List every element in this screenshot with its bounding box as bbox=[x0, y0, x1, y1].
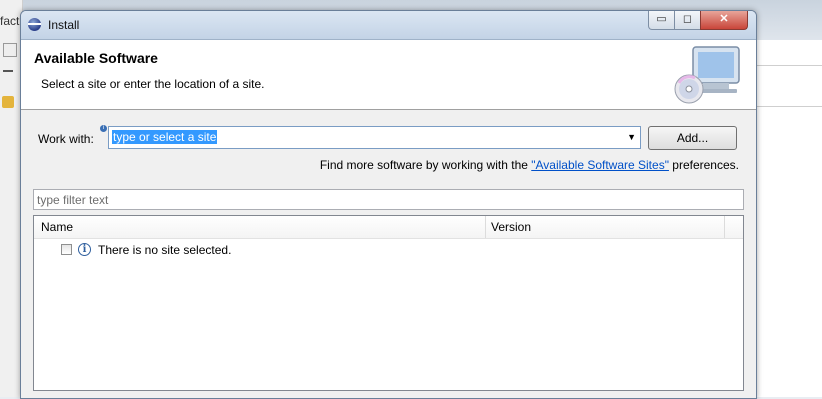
row-checkbox[interactable] bbox=[61, 244, 72, 255]
column-separator[interactable] bbox=[485, 216, 486, 238]
table-header: Name Version bbox=[34, 216, 743, 239]
find-more-suffix: preferences. bbox=[668, 158, 739, 172]
wizard-body: Work with: i type or select a site ▼ Add… bbox=[21, 110, 756, 398]
title-bar[interactable]: Install ▭ ◻ ✕ bbox=[21, 11, 756, 40]
available-software-sites-link[interactable]: "Available Software Sites" bbox=[531, 158, 669, 172]
info-decoration-icon: i bbox=[100, 125, 107, 132]
window-title: Install bbox=[48, 18, 80, 32]
background-folder-icon bbox=[2, 96, 14, 108]
background-save-icon bbox=[3, 43, 17, 57]
install-software-icon bbox=[674, 46, 740, 104]
info-icon: i bbox=[78, 243, 91, 256]
work-with-input[interactable]: type or select a site bbox=[112, 130, 218, 144]
wizard-header: Available Software Select a site or ente… bbox=[21, 40, 756, 110]
find-more-text: Find more software by working with the "… bbox=[320, 158, 739, 172]
table-row[interactable]: i There is no site selected. bbox=[34, 240, 743, 260]
dropdown-arrow-icon[interactable]: ▼ bbox=[627, 132, 636, 142]
add-button[interactable]: Add... bbox=[648, 126, 737, 150]
filter-input[interactable]: type filter text bbox=[33, 189, 744, 210]
background-divider bbox=[756, 106, 822, 107]
minimize-button[interactable]: ▭ bbox=[648, 11, 675, 30]
find-more-prefix: Find more software by working with the bbox=[319, 158, 532, 172]
background-divider bbox=[756, 65, 822, 66]
eclipse-icon bbox=[28, 18, 41, 31]
column-header-name[interactable]: Name bbox=[41, 220, 73, 234]
background-right-panel bbox=[756, 40, 822, 397]
work-with-label: Work with: bbox=[38, 132, 94, 146]
column-header-version[interactable]: Version bbox=[491, 220, 531, 234]
close-button[interactable]: ✕ bbox=[700, 11, 748, 30]
background-left-text: fact bbox=[0, 14, 20, 28]
software-table[interactable]: Name Version i There is no site selected… bbox=[33, 215, 744, 391]
filter-placeholder: type filter text bbox=[37, 193, 109, 207]
maximize-button[interactable]: ◻ bbox=[674, 11, 701, 30]
page-title: Available Software bbox=[34, 50, 158, 66]
work-with-combo[interactable]: type or select a site ▼ bbox=[108, 126, 641, 149]
install-dialog: Install ▭ ◻ ✕ Available Software Select … bbox=[20, 10, 757, 399]
row-name: There is no site selected. bbox=[98, 243, 232, 257]
background-minimize-icon bbox=[3, 70, 13, 72]
page-description: Select a site or enter the location of a… bbox=[41, 77, 265, 91]
column-separator[interactable] bbox=[724, 216, 725, 238]
